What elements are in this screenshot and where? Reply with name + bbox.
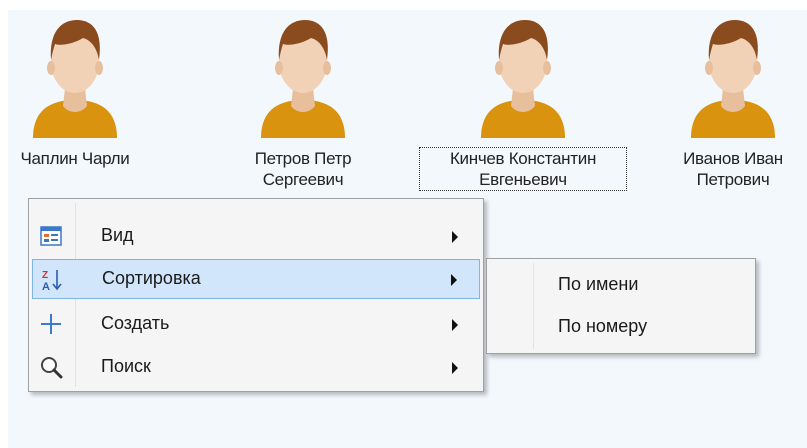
sort-az-icon: Z A [40, 268, 64, 292]
sort-submenu: По имени По номеру [486, 258, 756, 354]
person-icon [481, 20, 565, 138]
person-name: Петров Петр Сергеевич [254, 149, 352, 189]
avatar [259, 10, 347, 140]
person-icon [691, 20, 775, 138]
plus-icon [39, 312, 63, 336]
submenu-item-label: По номеру [558, 316, 648, 336]
menu-item-view[interactable]: Вид [32, 216, 480, 256]
menu-item-search[interactable]: Поиск [32, 347, 480, 387]
submenu-item-label: По имени [558, 274, 639, 294]
person-tile-selected[interactable]: Кинчев Константин Евгеньевич [419, 10, 627, 204]
submenu-arrow-icon [451, 274, 457, 286]
person-name: Кинчев Константин Евгеньевич [419, 147, 627, 191]
menu-item-label: Создать [101, 313, 170, 333]
context-menu: Вид Z A Сортировка Создать Поиск [28, 198, 484, 392]
svg-text:A: A [42, 281, 50, 292]
menu-item-sort[interactable]: Z A Сортировка [32, 259, 480, 299]
person-name: Чаплин Чарли [20, 149, 130, 168]
magnifier-icon [39, 355, 63, 379]
menu-item-label: Сортировка [102, 268, 201, 288]
svg-text:Z: Z [42, 270, 48, 281]
menu-item-create[interactable]: Создать [32, 304, 480, 344]
person-icon [261, 20, 345, 138]
view-icon [39, 224, 63, 248]
submenu-arrow-icon [452, 362, 458, 374]
menu-item-label: Поиск [101, 356, 151, 376]
avatar [31, 10, 119, 140]
submenu-arrow-icon [452, 231, 458, 243]
person-icon [33, 20, 117, 138]
submenu-arrow-icon [452, 319, 458, 331]
sort-by-number-item[interactable]: По номеру [490, 307, 752, 347]
menu-item-label: Вид [101, 225, 134, 245]
person-tile[interactable]: Петров Петр Сергеевич [238, 10, 368, 200]
sort-by-name-item[interactable]: По имени [490, 265, 752, 305]
person-tile[interactable]: Иванов Иван Петрович [668, 10, 798, 200]
person-tile[interactable]: Чаплин Чарли [10, 10, 140, 200]
person-name: Иванов Иван Петрович [683, 149, 783, 189]
avatar [479, 10, 567, 140]
avatar [689, 10, 777, 140]
